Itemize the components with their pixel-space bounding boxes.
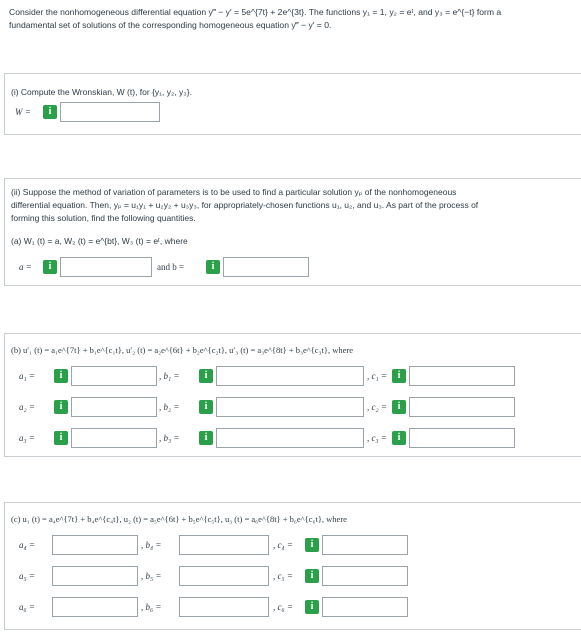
problem-statement: Consider the nonhomogeneous differential… bbox=[9, 6, 575, 32]
a4-label: a₄ = bbox=[19, 540, 35, 550]
info-icon[interactable]: i bbox=[199, 431, 213, 445]
info-icon[interactable]: i bbox=[54, 400, 68, 414]
part-b-panel: (b) u′₁ (t) = a₁e^{7t} + b₁e^{c₁t}, u′₂ … bbox=[4, 333, 581, 457]
info-icon[interactable]: i bbox=[392, 369, 406, 383]
c3-label: , c₃ = bbox=[367, 433, 387, 443]
b2-input[interactable] bbox=[216, 397, 364, 417]
b2-label: , b₂ = bbox=[159, 402, 180, 412]
a6-input[interactable] bbox=[52, 597, 138, 617]
a-label: a = bbox=[19, 262, 32, 272]
part-ii-line-2: differential equation. Then, yₚ = u₁y₁ +… bbox=[11, 200, 479, 210]
c2-label: , c₂ = bbox=[367, 402, 387, 412]
info-icon[interactable]: i bbox=[392, 400, 406, 414]
b4-label: , b₄ = bbox=[141, 540, 162, 550]
part-c-statement: (c) u₁ (t) = a₄e^{7t} + b₄e^{c₄t}, u₂ (t… bbox=[11, 514, 347, 524]
part-ii-line-3: forming this solution, find the followin… bbox=[11, 213, 196, 223]
a1-label: a₁ = bbox=[19, 371, 35, 381]
b1-input[interactable] bbox=[216, 366, 364, 386]
c6-label: , c₆ = bbox=[273, 602, 293, 612]
b4-input[interactable] bbox=[179, 535, 269, 555]
intro-line-2: fundamental set of solutions of the corr… bbox=[9, 20, 332, 30]
a2-input[interactable] bbox=[71, 397, 157, 417]
a-input[interactable] bbox=[60, 257, 152, 277]
info-icon[interactable]: i bbox=[54, 431, 68, 445]
a3-input[interactable] bbox=[71, 428, 157, 448]
b6-input[interactable] bbox=[179, 597, 269, 617]
info-icon[interactable]: i bbox=[43, 260, 57, 274]
part-ii-a-statement: (a) W₁ (t) = a, W₂ (t) = e^{bt}, W₃ (t) … bbox=[11, 236, 188, 246]
c5-label: , c₅ = bbox=[273, 571, 293, 581]
w-label: W = bbox=[15, 107, 31, 117]
b5-input[interactable] bbox=[179, 566, 269, 586]
info-icon[interactable]: i bbox=[199, 369, 213, 383]
a2-label: a₂ = bbox=[19, 402, 35, 412]
part-b-statement: (b) u′₁ (t) = a₁e^{7t} + b₁e^{c₁t}, u′₂ … bbox=[11, 345, 353, 355]
a1-input[interactable] bbox=[71, 366, 157, 386]
info-icon[interactable]: i bbox=[305, 569, 319, 583]
c1-input[interactable] bbox=[409, 366, 515, 386]
part-c-panel: (c) u₁ (t) = a₄e^{7t} + b₄e^{c₄t}, u₂ (t… bbox=[4, 502, 581, 630]
info-icon[interactable]: i bbox=[305, 538, 319, 552]
part-b-row-2: a₂ = i , b₂ = i , c₂ = i bbox=[5, 396, 581, 418]
info-icon[interactable]: i bbox=[54, 369, 68, 383]
part-ii-line-1: (ii) Suppose the method of variation of … bbox=[11, 187, 457, 197]
info-icon[interactable]: i bbox=[392, 431, 406, 445]
a6-label: a₆ = bbox=[19, 602, 35, 612]
part-ii-panel: (ii) Suppose the method of variation of … bbox=[4, 178, 581, 286]
info-icon[interactable]: i bbox=[43, 105, 57, 119]
b-input[interactable] bbox=[223, 257, 309, 277]
part-c-row-2: a₅ = , b₅ = , c₅ = i bbox=[5, 565, 581, 587]
a5-label: a₅ = bbox=[19, 571, 35, 581]
info-icon[interactable]: i bbox=[206, 260, 220, 274]
c4-input[interactable] bbox=[322, 535, 408, 555]
info-icon[interactable]: i bbox=[199, 400, 213, 414]
intro-line-1: Consider the nonhomogeneous differential… bbox=[9, 7, 502, 17]
c1-label: , c₁ = bbox=[367, 371, 387, 381]
b3-input[interactable] bbox=[216, 428, 364, 448]
wronskian-input[interactable] bbox=[60, 102, 160, 122]
part-i-prompt: (i) Compute the Wronskian, W (t), for {y… bbox=[11, 87, 192, 97]
a4-input[interactable] bbox=[52, 535, 138, 555]
b-label: and b = bbox=[157, 262, 185, 272]
b5-label: , b₅ = bbox=[141, 571, 162, 581]
b1-label: , b₁ = bbox=[159, 371, 180, 381]
b6-label: , b₆ = bbox=[141, 602, 162, 612]
part-b-row-1: a₁ = i , b₁ = i , c₁ = i bbox=[5, 365, 581, 387]
part-c-row-3: a₆ = , b₆ = , c₆ = i bbox=[5, 596, 581, 618]
c6-input[interactable] bbox=[322, 597, 408, 617]
a3-label: a₃ = bbox=[19, 433, 35, 443]
a5-input[interactable] bbox=[52, 566, 138, 586]
c2-input[interactable] bbox=[409, 397, 515, 417]
c3-input[interactable] bbox=[409, 428, 515, 448]
part-i-panel: (i) Compute the Wronskian, W (t), for {y… bbox=[4, 73, 581, 135]
part-b-row-3: a₃ = i , b₃ = i , c₃ = i bbox=[5, 427, 581, 449]
info-icon[interactable]: i bbox=[305, 600, 319, 614]
part-c-row-1: a₄ = , b₄ = , c₄ = i bbox=[5, 534, 581, 556]
c4-label: , c₄ = bbox=[273, 540, 293, 550]
c5-input[interactable] bbox=[322, 566, 408, 586]
b3-label: , b₃ = bbox=[159, 433, 180, 443]
